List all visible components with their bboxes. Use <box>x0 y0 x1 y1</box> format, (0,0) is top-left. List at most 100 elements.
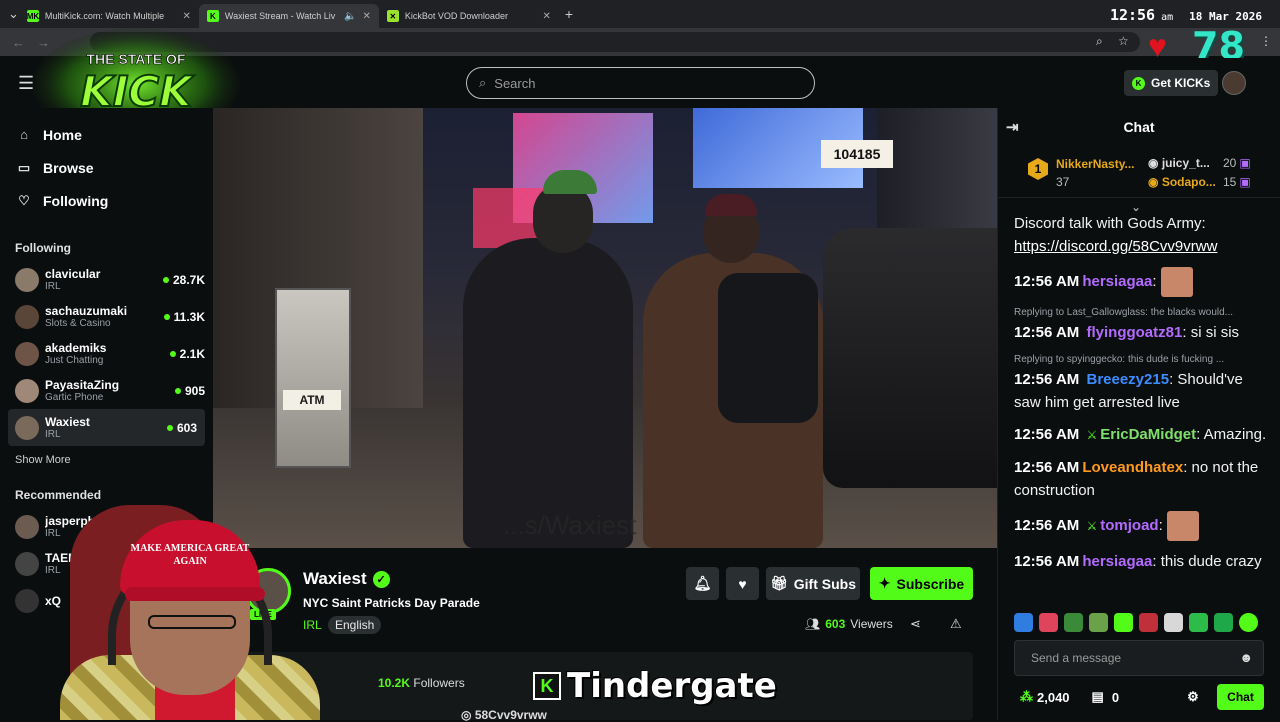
close-tab-icon[interactable]: ✕ <box>183 11 191 22</box>
emote-icon[interactable] <box>1089 613 1108 632</box>
channel-name: sachauzumaki <box>45 304 128 318</box>
kicks-coin-icon: K <box>1132 76 1145 90</box>
message-user[interactable]: hersiagaa <box>1082 273 1152 290</box>
bookmark-star-icon[interactable]: ☆ <box>1118 34 1129 48</box>
address-sign: 104185 <box>821 140 893 168</box>
sword-badge-icon: ⚔ <box>1086 428 1098 442</box>
emote-icon[interactable] <box>1064 613 1083 632</box>
following-item[interactable]: akademiks Just Chatting 2.1K <box>0 335 213 372</box>
bell-icon: 🔔︎ <box>693 575 712 591</box>
nav-following[interactable]: ♡ Following <box>0 184 213 217</box>
emote-icon[interactable] <box>1239 613 1258 632</box>
viewer-count-value: 905 <box>184 383 205 398</box>
search-input[interactable]: ⌕ Search <box>466 67 815 99</box>
message-time: 12:56 AM <box>1014 371 1080 388</box>
followers-value: 10.2K <box>378 676 411 690</box>
heart-icon: ♡ <box>18 192 30 208</box>
emote-icon[interactable] <box>1214 613 1233 632</box>
verified-icon: ✓ <box>372 570 390 588</box>
chat-panel: ⇥ Chat 1 NikkerNasty... 37 ◉ juicy_t... … <box>997 108 1280 720</box>
following-item[interactable]: sachauzumaki Slots & Casino 11.3K <box>0 298 213 335</box>
chat-message-input[interactable]: Send a message ☻ <box>1014 640 1264 676</box>
chat-messages: Discord talk with Gods Army: https://dis… <box>1014 212 1272 582</box>
points-value[interactable]: 2,040 <box>1037 690 1070 705</box>
clock-date: 18 Mar 2026 <box>1189 10 1262 23</box>
emote-icon[interactable] <box>1164 613 1183 632</box>
person <box>463 238 633 548</box>
notification-bell-button[interactable]: 🔔︎ <box>686 567 719 600</box>
report-icon[interactable]: ⚠ <box>950 616 962 632</box>
search-icon: ⌕ <box>479 75 487 90</box>
leader-count-value: 20 <box>1223 156 1237 170</box>
collapse-chat-icon[interactable]: ⇥ <box>1006 118 1019 136</box>
gift-subs-button[interactable]: 🎁︎ Gift Subs <box>766 567 860 600</box>
channel-avatar <box>15 341 39 366</box>
channel-avatar <box>15 551 39 576</box>
message-user[interactable]: Loveandhatex <box>1082 459 1183 476</box>
speaker-icon[interactable]: 🔈 <box>344 11 356 22</box>
message-time: 12:56 AM <box>1014 553 1080 570</box>
message-user[interactable]: Breeezy215 <box>1086 371 1169 388</box>
message-user[interactable]: EricDaMidget <box>1100 426 1196 443</box>
leader-name[interactable]: NikkerNasty... <box>1056 157 1135 171</box>
leader-name-text: Sodapo... <box>1161 175 1216 189</box>
drops-value[interactable]: 0 <box>1112 690 1119 705</box>
leader-name[interactable]: ◉ juicy_t... <box>1148 156 1210 170</box>
reply-context[interactable]: Replying to Last_Gallowglass: the blacks… <box>1014 306 1272 320</box>
message-user[interactable]: tomjoad <box>1100 517 1158 534</box>
address-input[interactable] <box>90 32 1140 52</box>
caption-overlay: K Tindergate <box>533 666 777 706</box>
send-placeholder: Send a message <box>1031 651 1122 665</box>
search-placeholder: Search <box>494 75 536 91</box>
close-tab-icon[interactable]: ✕ <box>543 11 551 22</box>
show-more-link[interactable]: Show More <box>0 454 213 466</box>
new-tab-button[interactable]: + <box>565 6 573 22</box>
message-user[interactable]: flyinggoatz81 <box>1086 324 1182 341</box>
points-icon: ⁂ <box>1020 689 1033 704</box>
following-item[interactable]: clavicular IRL 28.7K <box>0 261 213 298</box>
close-tab-icon[interactable]: ✕ <box>363 11 371 22</box>
nav-home[interactable]: ⌂ Home <box>0 118 213 151</box>
viewers-value: 603 <box>825 617 846 631</box>
emote-icon[interactable] <box>1114 613 1133 632</box>
drops-icon: ▤ <box>1091 689 1104 704</box>
share-icon[interactable]: ⋖ <box>910 616 921 632</box>
settings-gear-icon[interactable]: ⚙ <box>1187 689 1199 705</box>
emote-icon[interactable] <box>1014 613 1033 632</box>
zoom-icon[interactable]: ⌕ <box>1096 34 1103 49</box>
reply-context[interactable]: Replying to spyinggecko: this dude is fu… <box>1014 353 1272 367</box>
viewers-icon: 👥︎ <box>805 617 821 631</box>
video-player[interactable]: 104185 ATM ...s/Waxiest <box>213 108 997 548</box>
recommended-section-title: Recommended <box>15 488 102 502</box>
following-item[interactable]: PayasitaZing Gartic Phone 905 <box>0 372 213 409</box>
tab-search-dropdown[interactable]: ⌄ <box>8 6 19 22</box>
browser-menu-icon[interactable]: ⋮ <box>1260 34 1272 48</box>
clock-ampm: am <box>1161 12 1174 23</box>
send-chat-button[interactable]: Chat <box>1217 684 1264 710</box>
get-kicks-button[interactable]: K Get KICKs <box>1124 70 1219 96</box>
message-user[interactable]: hersiagaa <box>1082 553 1152 570</box>
emoji-picker-icon[interactable]: ☻ <box>1239 650 1253 665</box>
live-dot <box>163 313 170 320</box>
pinned-link[interactable]: https://discord.gg/58Cvv9vrww <box>1014 235 1272 258</box>
viewer-count-value: 2.1K <box>179 346 205 361</box>
emote-icon[interactable] <box>1039 613 1058 632</box>
leader-name[interactable]: ◉ Sodapo... <box>1148 175 1216 189</box>
following-item-active[interactable]: Waxiest IRL 603 <box>8 409 205 446</box>
gift-icon: ▣ <box>1239 175 1251 189</box>
emote-icon[interactable] <box>1139 613 1158 632</box>
star-icon: ✦ <box>878 575 891 591</box>
browser-tab-kickbot[interactable]: ✕ KickBot VOD Downloader ✕ <box>379 4 559 28</box>
browser-tab-multikick[interactable]: MK MultiKick.com: Watch Multiple ✕ <box>19 4 199 28</box>
subscribe-button[interactable]: ✦ Subscribe <box>870 567 973 600</box>
channel-category: Slots & Casino <box>45 318 111 329</box>
follow-heart-button[interactable]: ♥ <box>726 567 759 600</box>
emote-icon <box>1160 267 1193 297</box>
channel-category: Just Chatting <box>45 355 104 366</box>
browser-tab-waxiest[interactable]: K Waxiest Stream - Watch Liv 🔈 ✕ <box>198 4 379 28</box>
emote-icon[interactable] <box>1189 613 1208 632</box>
user-avatar[interactable] <box>1222 71 1246 95</box>
viewer-count: 28.7K <box>162 273 205 287</box>
nav-browse[interactable]: ▭ Browse <box>0 151 213 184</box>
back-icon[interactable]: ← <box>12 35 25 50</box>
